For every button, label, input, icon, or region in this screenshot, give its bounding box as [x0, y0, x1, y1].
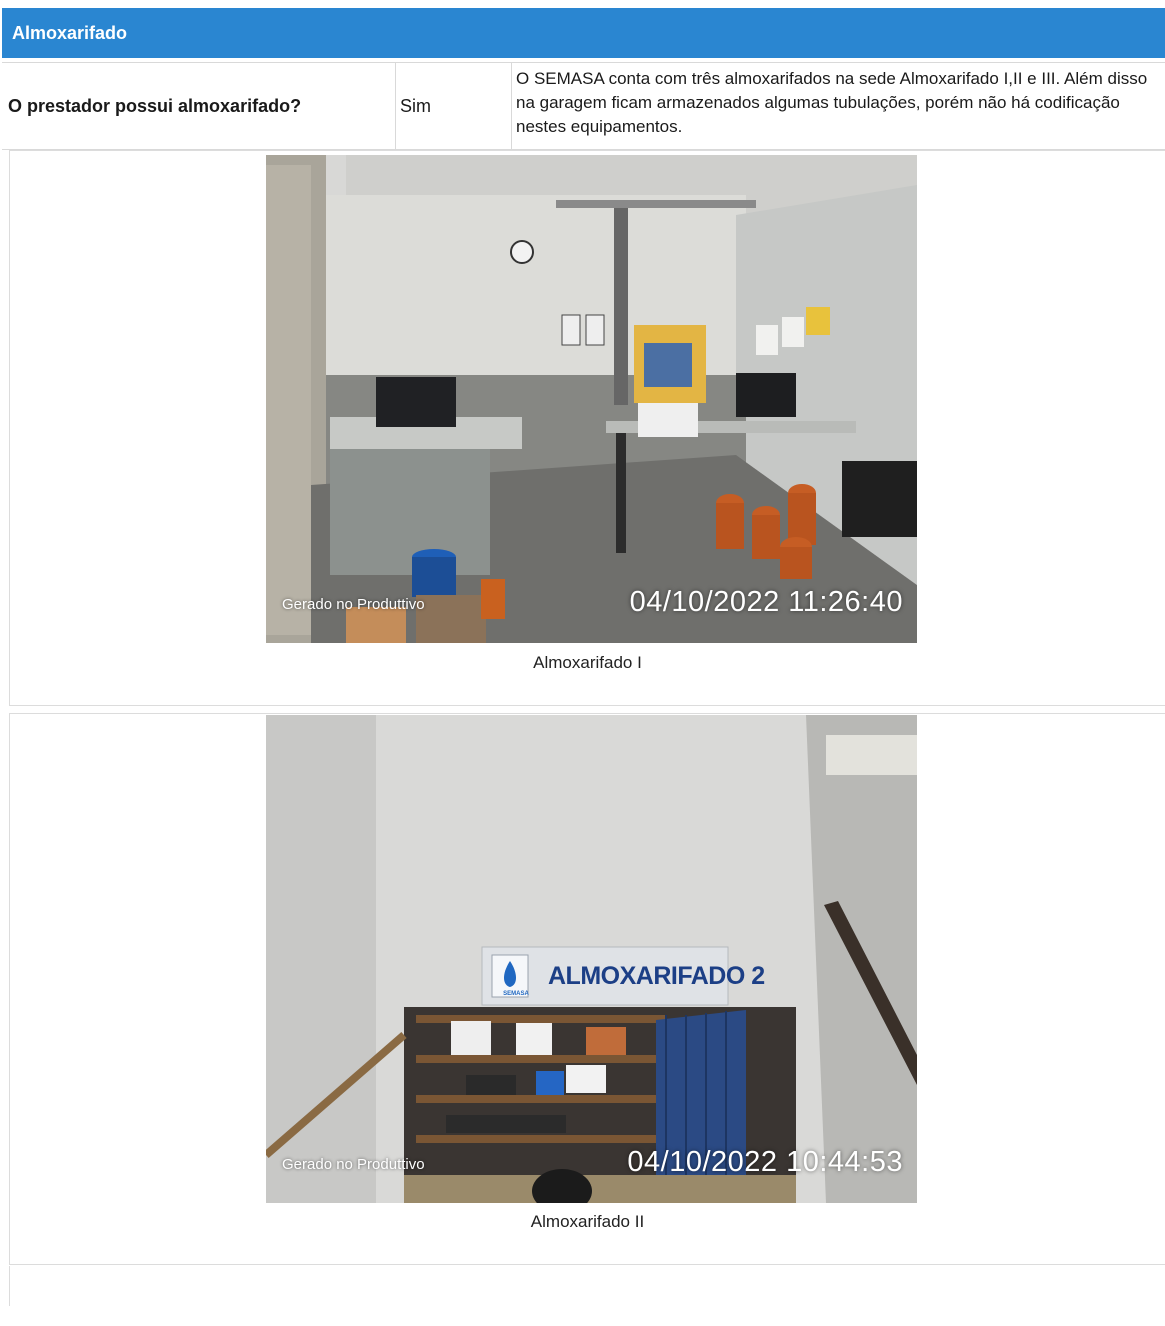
photo-watermark: Gerado no Produttivo — [282, 1156, 425, 1173]
question-row: O prestador possui almoxarifado? Sim O S… — [2, 62, 1165, 150]
question-answer: Sim — [396, 63, 512, 149]
empty-block — [9, 1266, 1165, 1306]
photo-almoxarifado-2: SEMASA ALMOXARIFADO 2 Gerado no Produtti… — [266, 715, 917, 1203]
question-comment: O SEMASA conta com três almoxarifados na… — [516, 69, 1148, 136]
photo-image — [266, 155, 917, 643]
sign-logo-text: SEMASA — [503, 991, 529, 997]
photo-timestamp: 04/10/2022 11:26:40 — [629, 586, 903, 618]
section-header: Almoxarifado — [2, 8, 1165, 58]
photo-watermark: Gerado no Produttivo — [282, 596, 425, 613]
photo-image — [266, 715, 917, 1203]
photo-caption: Almoxarifado I — [533, 653, 642, 672]
sign-text: ALMOXARIFADO 2 — [548, 962, 765, 990]
photo-block-1: Gerado no Produttivo 04/10/2022 11:26:40… — [9, 150, 1165, 706]
report-page: Almoxarifado O prestador possui almoxari… — [0, 0, 1165, 1326]
photo-caption: Almoxarifado II — [530, 1212, 645, 1231]
photo-block-2: SEMASA ALMOXARIFADO 2 Gerado no Produtti… — [9, 713, 1165, 1265]
photo-almoxarifado-1: Gerado no Produttivo 04/10/2022 11:26:40 — [266, 155, 917, 643]
question-label: O prestador possui almoxarifado? — [2, 63, 396, 149]
photo-timestamp: 04/10/2022 10:44:53 — [627, 1146, 903, 1178]
section-title: Almoxarifado — [12, 22, 128, 43]
